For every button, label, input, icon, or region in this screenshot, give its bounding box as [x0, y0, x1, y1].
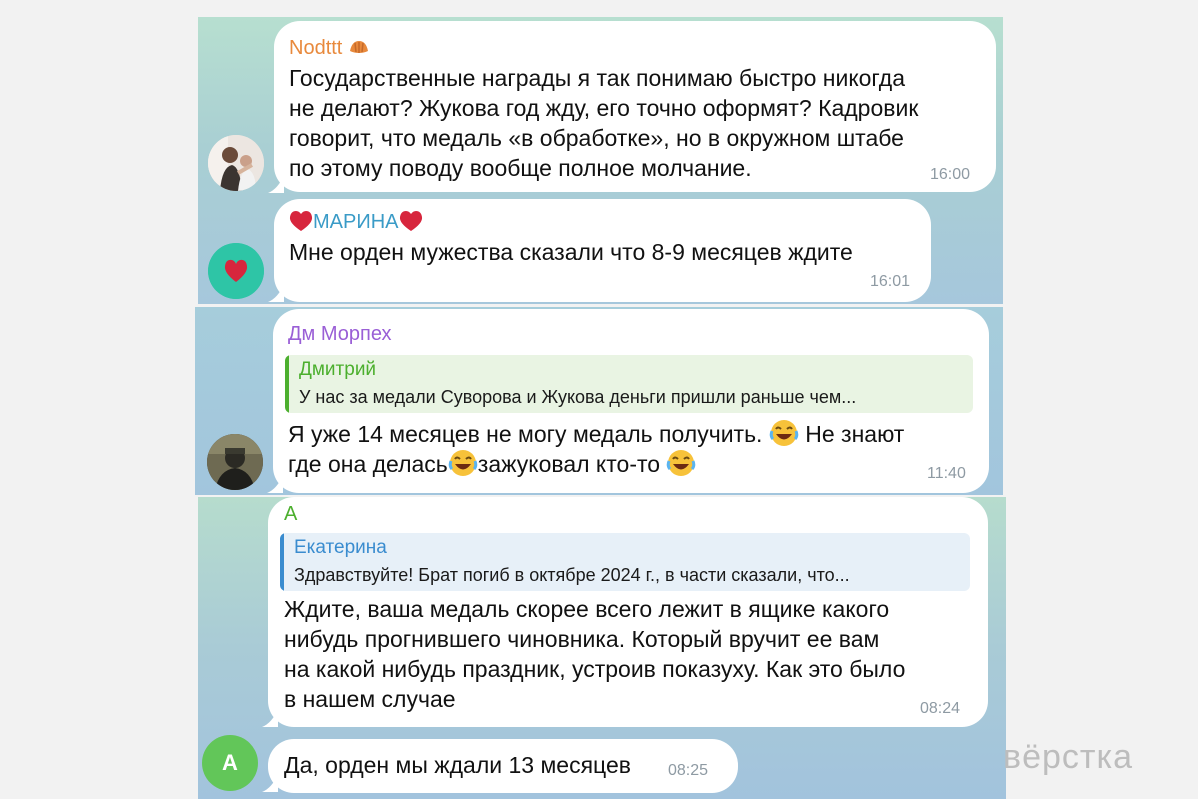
chat-screenshot-2: Дм Морпех Дмитрий У нас за медали Суворо… — [195, 307, 1003, 495]
laughing-emoji-icon — [448, 449, 478, 477]
laughing-emoji-icon — [769, 419, 799, 447]
reply-quote[interactable]: Екатерина Здравствуйте! Брат погиб в окт… — [280, 533, 970, 591]
avatar-dm-morpeh[interactable] — [207, 434, 263, 490]
message-bubble[interactable]: МАРИНА Мне орден мужества сказали что 8-… — [274, 199, 931, 302]
reply-text: Здравствуйте! Брат погиб в октябре 2024 … — [294, 565, 850, 585]
reply-author: Екатерина — [294, 537, 387, 558]
reply-author: Дмитрий — [299, 359, 377, 380]
reply-text: У нас за медали Суворова и Жукова деньги… — [299, 387, 857, 407]
message-author[interactable]: А — [284, 503, 297, 526]
heart-emoji-icon — [289, 210, 313, 232]
croissant-emoji-icon — [348, 38, 370, 54]
reply-quote[interactable]: Дмитрий У нас за медали Суворова и Жуков… — [285, 355, 973, 413]
message-time: 11:40 — [927, 465, 966, 482]
heart-emoji-icon — [399, 210, 423, 232]
message-author[interactable]: МАРИНА — [289, 210, 423, 234]
message-text: Я уже 14 месяцев не могу медаль получить… — [288, 419, 905, 477]
author-name: Nodttt — [289, 37, 343, 59]
avatar-nodttt[interactable] — [208, 135, 264, 191]
message-time: 16:00 — [930, 166, 971, 183]
watermark: вёрстка — [1003, 738, 1133, 776]
avatar-a[interactable]: А — [202, 735, 258, 791]
avatar-marina[interactable] — [208, 243, 264, 299]
message-bubble[interactable]: Да, орден мы ждали 13 месяцев 08:25 — [268, 739, 738, 793]
message-time: 08:24 — [920, 700, 961, 717]
message-author[interactable]: Nodttt — [289, 37, 370, 60]
message-bubble[interactable]: Дм Морпех Дмитрий У нас за медали Суворо… — [273, 309, 989, 493]
message-text: Мне орден мужества сказали что 8-9 месяц… — [289, 239, 853, 265]
message-text: Ждите, ваша медаль скорее всего лежит в … — [284, 596, 906, 712]
chat-screenshot-1: Nodttt Государственные награды я так пон… — [198, 17, 1003, 304]
reply-bar — [285, 355, 289, 413]
message-text: Государственные награды я так понимаю бы… — [289, 65, 919, 181]
message-time: 08:25 — [668, 762, 709, 779]
author-name: МАРИНА — [313, 211, 399, 233]
message-bubble[interactable]: А Екатерина Здравствуйте! Брат погиб в о… — [268, 497, 988, 727]
message-author[interactable]: Дм Морпех — [288, 323, 392, 346]
message-text: Да, орден мы ждали 13 месяцев — [284, 752, 631, 778]
avatar-letter: А — [222, 750, 238, 775]
message-bubble[interactable]: Nodttt Государственные награды я так пон… — [274, 21, 996, 192]
laughing-emoji-icon — [666, 449, 696, 477]
reply-bar — [280, 533, 284, 591]
message-time: 16:01 — [870, 273, 911, 290]
chat-screenshot-3: А Екатерина Здравствуйте! Брат погиб в о… — [198, 497, 1006, 799]
